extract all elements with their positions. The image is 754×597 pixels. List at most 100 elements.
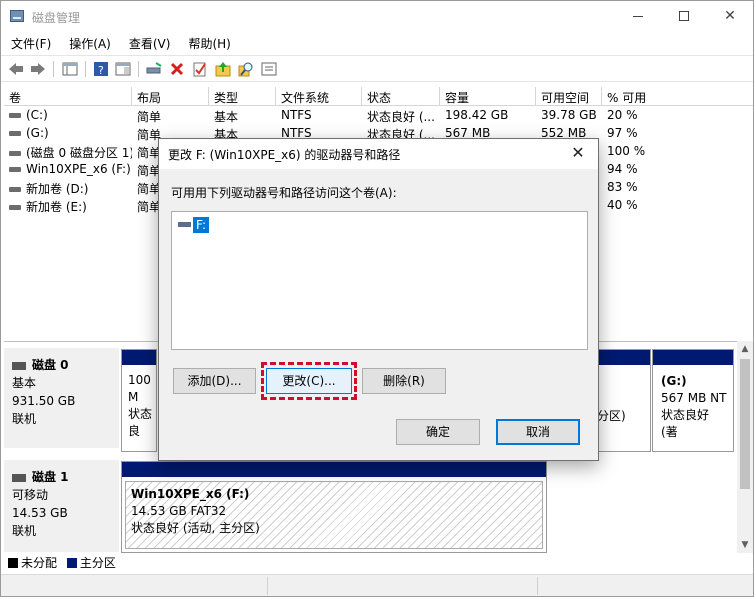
volume-name-cell: (G:) [4, 125, 132, 143]
disk-1-title: 磁盘 1 [12, 468, 119, 486]
dialog-instruction-label: 可用用下列驱动器号和路径访问这个卷(A): [171, 186, 397, 200]
percent-free-cell: 97 % [607, 126, 638, 140]
disk-0-type: 基本 [12, 376, 37, 390]
connect-disk-icon[interactable] [144, 59, 164, 79]
volume-name-cell: Win10XPE_x6 (F:) [4, 161, 132, 179]
settings-panel-icon[interactable] [259, 59, 279, 79]
show-hide-action-pane-icon[interactable] [113, 59, 133, 79]
cancel-button[interactable]: 取消 [496, 419, 580, 445]
partition-status-text: 状态良 [128, 407, 153, 438]
add-button[interactable]: 添加(D)... [173, 368, 256, 394]
column-header-filesystem[interactable]: 文件系统 [276, 87, 362, 106]
legend-primary: 主分区 [79, 556, 116, 570]
drive-letter-listbox[interactable]: F: [171, 211, 588, 350]
forward-icon[interactable] [28, 59, 48, 79]
delete-button[interactable]: 删除(R) [362, 368, 446, 394]
percent-free-cell: 100 % [607, 144, 646, 158]
column-header-layout[interactable]: 布局 [132, 87, 209, 106]
menu-file[interactable]: 文件(F) [1, 32, 59, 54]
volume-icon [9, 151, 21, 156]
volume-name-cell: (C:) [4, 107, 132, 125]
disk-management-window: 磁盘管理 ✕ 文件(F) 操作(A) 查看(V) 帮助(H) ? 卷 布局 类型… [0, 0, 754, 597]
column-header-type[interactable]: 类型 [209, 87, 276, 106]
volume-name-cell: (磁盘 0 磁盘分区 1) [4, 143, 132, 161]
change-button-highlight [261, 362, 357, 400]
volume-icon [9, 131, 21, 136]
partition-type-text: 分区) [597, 409, 626, 423]
drive-icon [178, 222, 191, 227]
status-bar-cell [267, 577, 537, 595]
percent-free-cell: 83 % [607, 180, 638, 194]
percent-free-cell: 20 % [607, 108, 638, 122]
partition-g-body: (G:) 567 MB NT 状态良好 (著 [656, 369, 730, 448]
disk-0-state: 联机 [12, 412, 37, 426]
menu-action[interactable]: 操作(A) [59, 32, 119, 54]
disk-0-partition-g[interactable]: (G:) 567 MB NT 状态良好 (著 [652, 349, 734, 452]
dialog-title-bar[interactable]: 更改 F: (Win10XPE_x6) 的驱动器号和路径 ✕ [159, 139, 598, 169]
disk-0-title: 磁盘 0 [12, 356, 119, 374]
free-space-cell: 39.78 GB [541, 108, 597, 122]
close-icon: ✕ [724, 8, 736, 24]
column-header-free-space[interactable]: 可用空间 [536, 87, 602, 106]
disk-1-state: 联机 [12, 524, 37, 538]
partition-1-body: 100 M 状态良 [124, 350, 156, 448]
change-drive-letter-dialog: 更改 F: (Win10XPE_x6) 的驱动器号和路径 ✕ 可用用下列驱动器号… [158, 138, 599, 461]
maximize-button[interactable] [661, 1, 707, 32]
close-button[interactable]: ✕ [707, 1, 753, 32]
unallocated-swatch [8, 558, 18, 568]
title-bar[interactable]: 磁盘管理 ✕ [1, 1, 753, 32]
search-icon[interactable] [236, 59, 256, 79]
partition-header [653, 350, 733, 365]
volume-icon [9, 205, 21, 210]
minimize-button[interactable] [615, 1, 661, 32]
column-header-capacity[interactable]: 容量 [440, 87, 536, 106]
vertical-scrollbar[interactable]: ▲ ▼ [737, 341, 753, 553]
disk-1-label[interactable]: 磁盘 1 可移动 14.53 GB 联机 [4, 460, 119, 552]
legend: 未分配 主分区 [4, 554, 753, 572]
dialog-close-icon[interactable]: ✕ [568, 143, 588, 163]
partition-size-text: 100 M [128, 373, 151, 404]
delete-icon[interactable] [167, 59, 187, 79]
disk-1-type: 可移动 [12, 488, 49, 502]
dialog-title: 更改 F: (Win10XPE_x6) 的驱动器号和路径 [168, 148, 401, 162]
partition-header [122, 462, 546, 477]
table-row[interactable]: (C:) 简单 基本 NTFS 状态良好 (... 198.42 GB 39.7… [4, 107, 753, 125]
scrollbar-thumb[interactable] [740, 359, 750, 489]
scroll-down-icon[interactable]: ▼ [737, 537, 753, 553]
maximize-icon [679, 11, 689, 21]
capacity-cell: 198.42 GB [445, 108, 509, 122]
help-icon[interactable]: ? [91, 59, 111, 79]
volume-name-cell: 新加卷 (E:) [4, 197, 132, 215]
partition-f-title: Win10XPE_x6 (F:) [131, 487, 250, 501]
partition-g-size: 567 MB NT [661, 391, 727, 405]
list-item[interactable]: F: [178, 216, 210, 233]
disk-1-size: 14.53 GB [12, 506, 68, 520]
partition-g-title: (G:) [661, 374, 687, 388]
disk-1-partition-f[interactable]: Win10XPE_x6 (F:) 14.53 GB FAT32 状态良好 (活动… [121, 461, 547, 553]
disk-0-label[interactable]: 磁盘 0 基本 931.50 GB 联机 [4, 348, 119, 448]
volume-icon [9, 113, 21, 118]
column-header-percent-free[interactable]: % 可用 [602, 87, 753, 106]
partition-f-size: 14.53 GB FAT32 [131, 504, 227, 518]
properties-check-icon[interactable] [189, 59, 209, 79]
status-cell: 状态良好 (... [367, 110, 435, 124]
disk-0-partition-1[interactable]: 100 M 状态良 [121, 349, 157, 452]
menu-help[interactable]: 帮助(H) [178, 32, 238, 54]
scroll-up-icon[interactable]: ▲ [737, 341, 753, 357]
column-header-volume[interactable]: 卷 [4, 87, 132, 106]
primary-partition-swatch [66, 558, 77, 568]
filesystem-cell: NTFS [281, 108, 312, 122]
up-folder-icon[interactable] [213, 59, 233, 79]
back-icon[interactable] [6, 59, 26, 79]
disk-icon [12, 361, 26, 370]
column-header-status[interactable]: 状态 [362, 87, 440, 106]
legend-unallocated: 未分配 [21, 556, 58, 570]
minimize-icon [633, 15, 643, 17]
ok-button[interactable]: 确定 [396, 419, 480, 445]
percent-free-cell: 40 % [607, 198, 638, 212]
menu-bar: 文件(F) 操作(A) 查看(V) 帮助(H) [1, 32, 753, 54]
console-tree-icon[interactable] [60, 59, 80, 79]
volume-icon [9, 187, 21, 192]
menu-view[interactable]: 查看(V) [119, 32, 179, 54]
volume-list-header: 卷 布局 类型 文件系统 状态 容量 可用空间 % 可用 [4, 87, 753, 106]
